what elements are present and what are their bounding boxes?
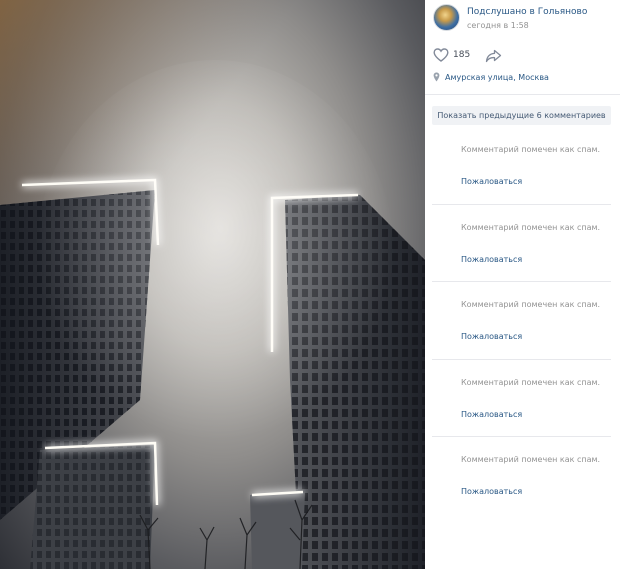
share-arrow-icon bbox=[485, 49, 502, 63]
report-comment-link[interactable]: Пожаловаться bbox=[461, 255, 522, 264]
location-link: Амурская улица, Москва bbox=[445, 72, 549, 82]
like-count: 185 bbox=[453, 50, 471, 60]
report-comment-link[interactable]: Пожаловаться bbox=[461, 410, 522, 419]
photo-illustration bbox=[0, 0, 425, 569]
comment-spam-notice: Комментарий помечен как спам. bbox=[461, 300, 601, 309]
post-header: Подслушано в Гольяново сегодня в 1:58 bbox=[433, 4, 618, 34]
report-comment-link[interactable]: Пожаловаться bbox=[461, 332, 522, 341]
comment-item: Комментарий помечен как спам. Пожаловать… bbox=[425, 127, 620, 205]
report-comment-link[interactable]: Пожаловаться bbox=[461, 487, 522, 496]
like-button[interactable]: 185 bbox=[433, 48, 470, 62]
group-name-link[interactable]: Подслушано в Гольяново bbox=[467, 7, 587, 17]
group-avatar[interactable] bbox=[433, 4, 460, 31]
comment-spam-notice: Комментарий помечен как спам. bbox=[461, 145, 601, 154]
post-photo[interactable] bbox=[0, 0, 425, 569]
comment-spam-notice: Комментарий помечен как спам. bbox=[461, 377, 601, 387]
section-divider bbox=[425, 94, 620, 95]
comment-item: Комментарий помечен как спам. Пожаловать… bbox=[425, 205, 620, 282]
comment-item: Комментарий помечен как спам. Пожаловать… bbox=[425, 437, 620, 515]
show-previous-comments-button[interactable]: Показать предыдущие 6 комментариев bbox=[432, 106, 611, 125]
map-pin-icon bbox=[433, 72, 440, 82]
post-date[interactable]: сегодня в 1:58 bbox=[467, 21, 529, 30]
comment-item: Комментарий помечен как спам. Пожаловать… bbox=[425, 282, 620, 360]
post-side-panel: Подслушано в Гольяново сегодня в 1:58 18… bbox=[425, 0, 620, 569]
report-comment-link[interactable]: Пожаловаться bbox=[461, 177, 522, 186]
comment-item: Комментарий помечен как спам. Пожаловать… bbox=[425, 360, 620, 437]
comment-spam-notice: Комментарий помечен как спам. bbox=[461, 222, 601, 232]
heart-icon bbox=[433, 48, 449, 62]
post-actions: 185 bbox=[433, 48, 613, 66]
post-location[interactable]: Амурская улица, Москва bbox=[433, 72, 549, 82]
comment-spam-notice: Комментарий помечен как спам. bbox=[461, 455, 601, 464]
share-button[interactable] bbox=[485, 48, 502, 67]
comments-list: Комментарий помечен как спам. Пожаловать… bbox=[425, 127, 620, 515]
